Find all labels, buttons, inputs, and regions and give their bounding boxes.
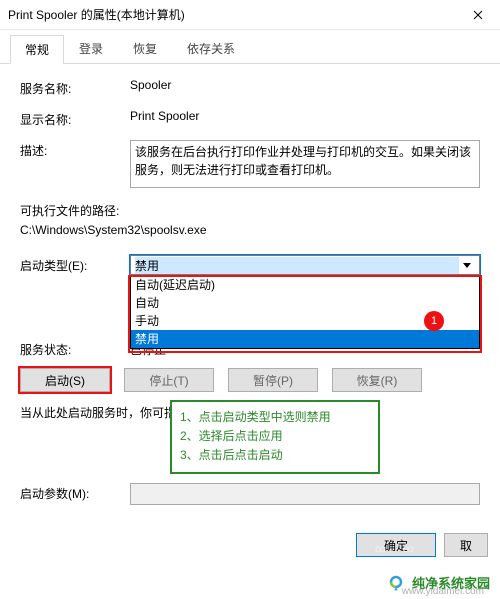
startup-type-wrap: 禁用 自动(延迟启动) 自动 手动 禁用 1 [130,255,480,275]
startup-type-selected: 禁用 [135,257,459,274]
chevron-down-icon [459,263,475,268]
label-start-params: 启动参数(M): [20,483,130,505]
action-buttons: 启动(S) 停止(T) 暂停(P) 恢复(R) [20,368,480,392]
resume-button[interactable]: 恢复(R) [332,368,422,392]
value-service-name: Spooler [130,78,480,97]
tabs: 常规 登录 恢复 依存关系 [0,30,500,64]
titlebar: Print Spooler 的属性(本地计算机) [0,0,500,30]
value-display-name: Print Spooler [130,109,480,128]
start-params-input [130,483,480,505]
row-service-name: 服务名称: Spooler [20,78,480,97]
ok-button[interactable]: 确定 [356,533,436,557]
close-button[interactable] [456,0,500,30]
description-text[interactable] [130,140,480,188]
row-start-params: 启动参数(M): [20,483,480,505]
value-exec-path: C:\Windows\System32\spoolsv.exe [20,223,480,237]
dropdown-item-auto[interactable]: 自动 [131,294,479,312]
window-title: Print Spooler 的属性(本地计算机) [8,6,456,23]
dropdown-item-auto-delayed[interactable]: 自动(延迟启动) [131,276,479,294]
tab-recovery[interactable]: 恢复 [118,34,172,63]
tip-3: 3、点击后点击启动 [180,446,370,465]
tab-general[interactable]: 常规 [10,35,64,64]
tab-dependencies[interactable]: 依存关系 [172,34,250,63]
brand-url: www.yidaimei.com [402,586,484,597]
tip-1: 1、点击启动类型中选则禁用 [180,408,370,427]
label-description: 描述: [20,140,130,188]
row-description: 描述: [20,140,480,188]
close-icon [473,10,483,20]
tab-logon[interactable]: 登录 [64,34,118,63]
dropdown-item-disabled[interactable]: 禁用 [131,330,479,348]
annotation-badge-1: 1 [424,311,444,331]
pause-button[interactable]: 暂停(P) [228,368,318,392]
row-display-name: 显示名称: Print Spooler [20,109,480,128]
startup-type-combo[interactable]: 禁用 [130,255,480,275]
tip-2: 2、选择后点击应用 [180,427,370,446]
start-button[interactable]: 启动(S) [20,368,110,392]
label-service-name: 服务名称: [20,78,130,97]
cancel-button[interactable]: 取 [444,533,488,557]
annotation-tips: 1、点击启动类型中选则禁用 2、选择后点击应用 3、点击后点击启动 [170,400,380,474]
label-service-status: 服务状态: [20,341,130,358]
dialog-footer: 确定 取 [356,533,488,557]
label-exec-path: 可执行文件的路径: [20,202,480,219]
row-startup-type: 启动类型(E): 禁用 自动(延迟启动) 自动 手动 禁用 1 [20,255,480,275]
label-startup-type: 启动类型(E): [20,255,130,275]
stop-button[interactable]: 停止(T) [124,368,214,392]
label-display-name: 显示名称: [20,109,130,128]
